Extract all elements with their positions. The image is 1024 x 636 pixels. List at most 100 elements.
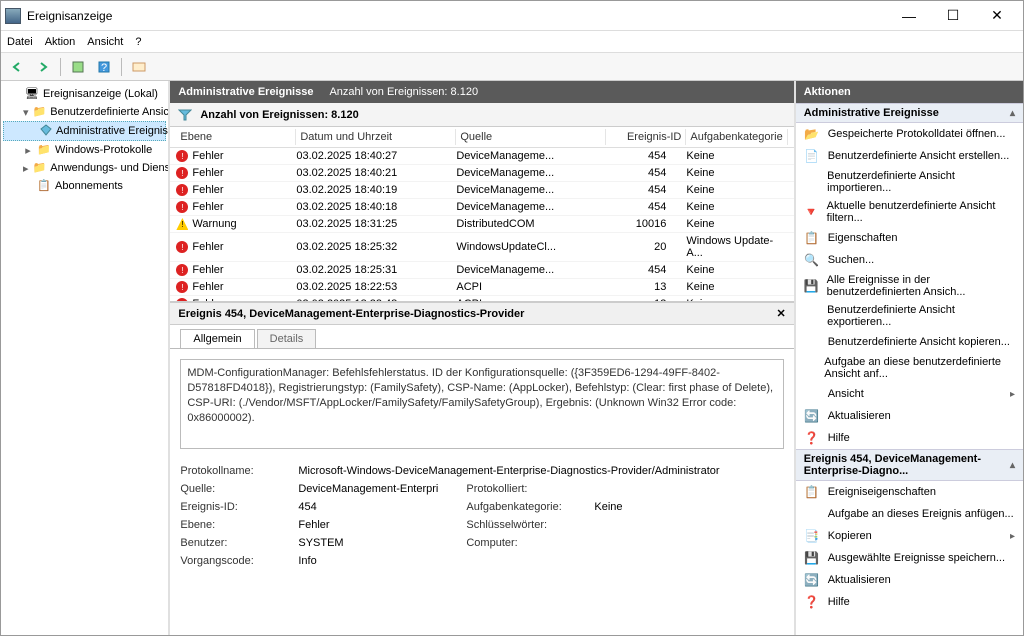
col-cat[interactable]: Aufgabenkategorie <box>686 129 787 145</box>
event-row[interactable]: !Fehler 03.02.2025 18:40:27 DeviceManage… <box>170 148 793 165</box>
action-label: Aufgabe an diese benutzerdefinierte Ansi… <box>824 356 1015 380</box>
event-date: 03.02.2025 18:22:53 <box>296 281 456 293</box>
action-item[interactable]: 🔄Aktualisieren <box>796 405 1023 427</box>
action-icon: 📂 <box>804 126 820 142</box>
collapse-icon[interactable]: ▴ <box>1010 460 1015 471</box>
menu-file[interactable]: Datei <box>7 36 33 48</box>
menubar: Datei Aktion Ansicht ? <box>1 31 1023 53</box>
collapse-icon[interactable]: ▴ <box>1010 108 1015 119</box>
actions-group2-header[interactable]: Ereignis 454, DeviceManagement-Enterpris… <box>796 449 1023 481</box>
value-level: Fehler <box>298 519 458 531</box>
close-button[interactable]: ✕ <box>975 2 1019 30</box>
action-item[interactable]: 📂Gespeicherte Protokolldatei öffnen... <box>796 123 1023 145</box>
event-id: 454 <box>606 201 686 213</box>
navigation-tree: 🖥Ereignisanzeige (Lokal) ▾📁Benutzerdefin… <box>1 81 170 635</box>
action-item[interactable]: Aufgabe an dieses Ereignis anfügen... <box>796 503 1023 525</box>
action-item[interactable]: Benutzerdefinierte Ansicht kopieren... <box>796 331 1023 353</box>
action-item[interactable]: ❓Hilfe <box>796 427 1023 449</box>
action-icon: 💾 <box>804 278 819 294</box>
event-date: 03.02.2025 18:40:18 <box>296 201 456 213</box>
action-label: Kopieren <box>828 530 872 542</box>
event-row[interactable]: !Fehler 03.02.2025 18:40:18 DeviceManage… <box>170 199 793 216</box>
event-source: WindowsUpdateCl... <box>456 241 606 253</box>
event-category: Windows Update-A... <box>686 235 787 259</box>
action-item[interactable]: ❓Hilfe <box>796 591 1023 613</box>
show-hide-button[interactable] <box>66 56 90 78</box>
event-source: DeviceManageme... <box>456 167 606 179</box>
error-icon: ! <box>176 281 188 293</box>
menu-view[interactable]: Ansicht <box>87 36 123 48</box>
action-item[interactable]: 🔻Aktuelle benutzerdefinierte Ansicht fil… <box>796 197 1023 227</box>
action-item[interactable]: 💾Ausgewählte Ereignisse speichern... <box>796 547 1023 569</box>
event-id: 10016 <box>606 218 686 230</box>
detail-title: Ereignis 454, DeviceManagement-Enterpris… <box>178 308 524 320</box>
tree-root[interactable]: 🖥Ereignisanzeige (Lokal) <box>3 85 166 103</box>
detail-close-icon[interactable]: ✕ <box>777 307 786 320</box>
minimize-button[interactable]: — <box>887 2 931 30</box>
filter-bar: Anzahl von Ereignissen: 8.120 <box>170 103 793 127</box>
error-icon: ! <box>176 184 188 196</box>
back-button[interactable] <box>5 56 29 78</box>
event-id: 454 <box>606 150 686 162</box>
col-level[interactable]: Ebene <box>176 129 296 145</box>
event-row[interactable]: !Fehler 03.02.2025 18:25:31 DeviceManage… <box>170 262 793 279</box>
maximize-button[interactable]: ☐ <box>931 2 975 30</box>
action-label: Benutzerdefinierte Ansicht exportieren..… <box>827 304 1015 328</box>
help-button[interactable]: ? <box>92 56 116 78</box>
action-item[interactable]: 🔄Aktualisieren <box>796 569 1023 591</box>
action-item[interactable]: 🔍Suchen... <box>796 249 1023 271</box>
event-list[interactable]: Ebene Datum und Uhrzeit Quelle Ereignis-… <box>170 127 793 303</box>
col-date[interactable]: Datum und Uhrzeit <box>296 129 456 145</box>
detail-tabs: Allgemein Details <box>170 325 793 349</box>
event-row[interactable]: !Fehler 03.02.2025 18:40:21 DeviceManage… <box>170 165 793 182</box>
action-icon: 📑 <box>804 528 820 544</box>
action-label: Aktualisieren <box>828 574 891 586</box>
event-date: 03.02.2025 18:25:31 <box>296 264 456 276</box>
label-opcode: Vorgangscode: <box>180 555 290 567</box>
menu-help[interactable]: ? <box>135 36 141 48</box>
tree-custom-views[interactable]: ▾📁Benutzerdefinierte Ansichten <box>3 103 166 121</box>
menu-action[interactable]: Aktion <box>45 36 76 48</box>
event-row[interactable]: !Fehler 03.02.2025 18:22:53 ACPI 13 Kein… <box>170 279 793 296</box>
tab-details[interactable]: Details <box>257 329 317 348</box>
action-item[interactable]: 📄Benutzerdefinierte Ansicht erstellen... <box>796 145 1023 167</box>
action-icon <box>804 334 820 350</box>
titlebar: Ereignisanzeige — ☐ ✕ <box>1 1 1023 31</box>
event-row[interactable]: !Fehler 03.02.2025 18:22:48 ACPI 13 Kein… <box>170 296 793 303</box>
event-id: 454 <box>606 167 686 179</box>
event-category: Keine <box>686 201 787 213</box>
tree-subscriptions[interactable]: 📋Abonnements <box>3 177 166 195</box>
col-id[interactable]: Ereignis-ID <box>606 129 686 145</box>
actions-group1-header[interactable]: Administrative Ereignisse▴ <box>796 103 1023 123</box>
action-label: Aktuelle benutzerdefinierte Ansicht filt… <box>827 200 1015 224</box>
event-level: Warnung <box>192 218 236 230</box>
warning-icon: ! <box>176 218 188 230</box>
action-item[interactable]: Benutzerdefinierte Ansicht importieren..… <box>796 167 1023 197</box>
label-keywords: Schlüsselwörter: <box>466 519 586 531</box>
center-header: Administrative Ereignisse Anzahl von Ere… <box>170 81 793 103</box>
action-item[interactable]: 📋Eigenschaften <box>796 227 1023 249</box>
action-item[interactable]: 📑Kopieren▸ <box>796 525 1023 547</box>
col-source[interactable]: Quelle <box>456 129 606 145</box>
action-item[interactable]: 💾Alle Ereignisse in der benutzerdefinier… <box>796 271 1023 301</box>
event-category: Keine <box>686 184 787 196</box>
value-logname: Microsoft-Windows-DeviceManagement-Enter… <box>298 465 783 477</box>
event-date: 03.02.2025 18:40:27 <box>296 150 456 162</box>
error-icon: ! <box>176 201 188 213</box>
action-item[interactable]: 📋Ereigniseigenschaften <box>796 481 1023 503</box>
tree-administrative-events[interactable]: Administrative Ereignisse <box>3 121 166 141</box>
event-date: 03.02.2025 18:40:19 <box>296 184 456 196</box>
view-button[interactable] <box>127 56 151 78</box>
tab-general[interactable]: Allgemein <box>180 329 254 348</box>
action-item[interactable]: Aufgabe an diese benutzerdefinierte Ansi… <box>796 353 1023 383</box>
tree-windows-logs[interactable]: ▸📁Windows-Protokolle <box>3 141 166 159</box>
event-row[interactable]: !Fehler 03.02.2025 18:25:32 WindowsUpdat… <box>170 233 793 262</box>
event-row[interactable]: !Fehler 03.02.2025 18:40:19 DeviceManage… <box>170 182 793 199</box>
forward-button[interactable] <box>31 56 55 78</box>
action-item[interactable]: Benutzerdefinierte Ansicht exportieren..… <box>796 301 1023 331</box>
action-icon <box>804 506 820 522</box>
tree-app-logs[interactable]: ▸📁Anwendungs- und Dienstprotokolle <box>3 159 166 177</box>
event-row[interactable]: !Warnung 03.02.2025 18:31:25 Distributed… <box>170 216 793 233</box>
value-keywords <box>594 519 783 531</box>
action-item[interactable]: Ansicht▸ <box>796 383 1023 405</box>
